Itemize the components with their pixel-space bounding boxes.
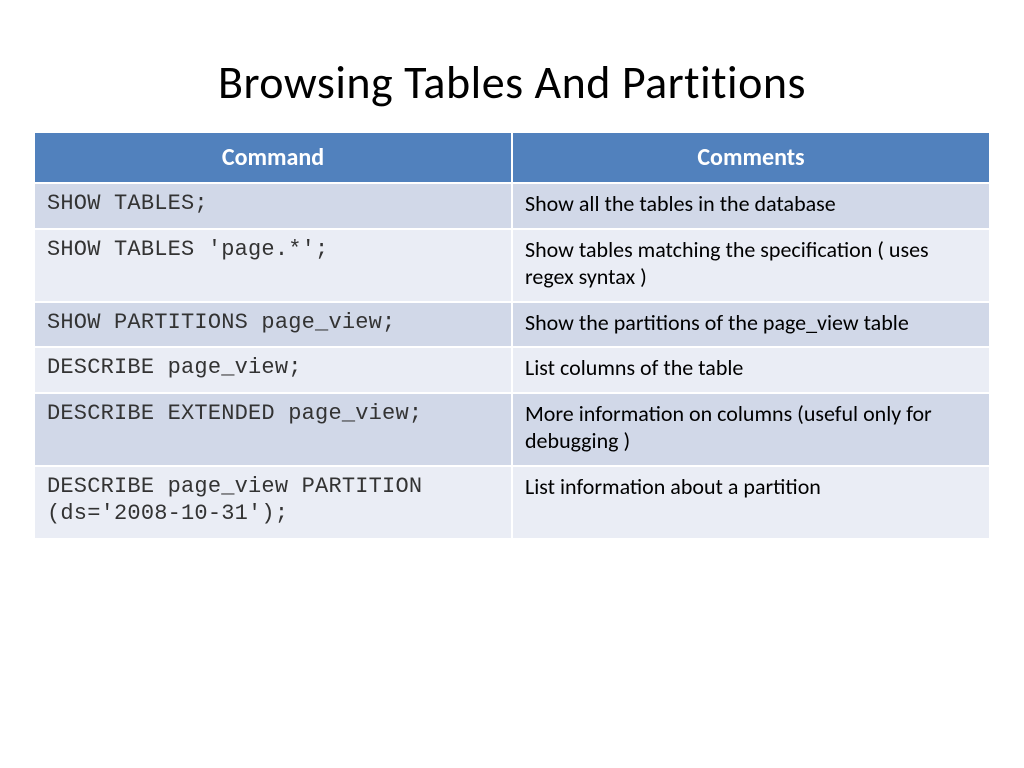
cell-comment: More information on columns (useful only… (512, 393, 989, 466)
cell-command: DESCRIBE page_view PARTITION (ds='2008-1… (35, 466, 512, 538)
table-row: SHOW TABLES 'page.*'; Show tables matchi… (35, 229, 989, 302)
table-header-row: Command Comments (35, 133, 989, 183)
cell-command: DESCRIBE page_view; (35, 347, 512, 393)
cell-comment: Show tables matching the specification (… (512, 229, 989, 302)
cell-command: SHOW TABLES; (35, 183, 512, 229)
slide: Browsing Tables And Partitions Command C… (0, 0, 1024, 538)
col-header-command: Command (35, 133, 512, 183)
col-header-comments: Comments (512, 133, 989, 183)
commands-table: Command Comments SHOW TABLES; Show all t… (35, 133, 989, 538)
page-title: Browsing Tables And Partitions (35, 55, 989, 111)
cell-command: SHOW PARTITIONS page_view; (35, 302, 512, 348)
table-row: SHOW TABLES; Show all the tables in the … (35, 183, 989, 229)
cell-comment: Show the partitions of the page_view tab… (512, 302, 989, 348)
table-row: DESCRIBE page_view; List columns of the … (35, 347, 989, 393)
table-row: DESCRIBE page_view PARTITION (ds='2008-1… (35, 466, 989, 538)
cell-comment: List information about a partition (512, 466, 989, 538)
table-row: DESCRIBE EXTENDED page_view; More inform… (35, 393, 989, 466)
cell-comment: List columns of the table (512, 347, 989, 393)
cell-comment: Show all the tables in the database (512, 183, 989, 229)
table-row: SHOW PARTITIONS page_view; Show the part… (35, 302, 989, 348)
cell-command: DESCRIBE EXTENDED page_view; (35, 393, 512, 466)
cell-command: SHOW TABLES 'page.*'; (35, 229, 512, 302)
